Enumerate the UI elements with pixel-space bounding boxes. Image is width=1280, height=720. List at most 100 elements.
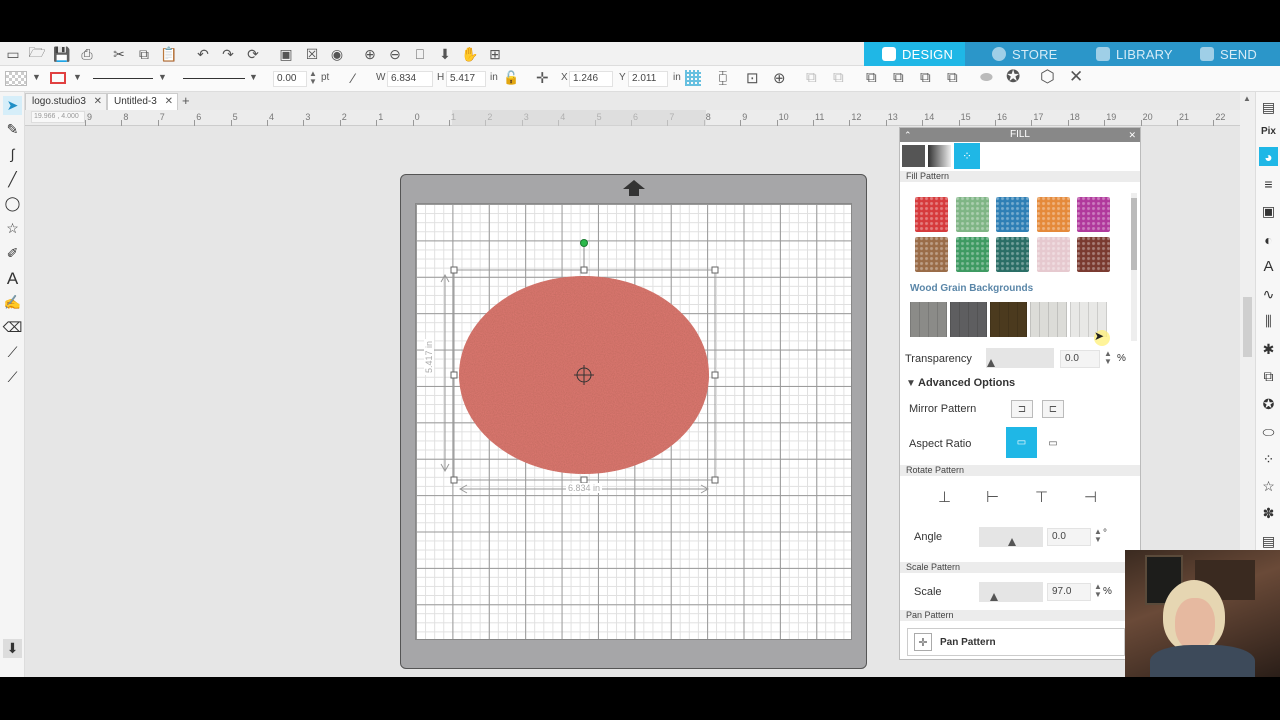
move-down-icon[interactable]: ⬇	[436, 45, 454, 63]
distribute-v-icon[interactable]: ⧉	[833, 69, 844, 86]
save-icon[interactable]: 💾	[53, 45, 71, 63]
swatch-white-wood[interactable]	[1030, 302, 1067, 337]
center-page-icon[interactable]: ⊕	[773, 69, 786, 87]
scale-slider[interactable]	[979, 582, 1043, 602]
slider-thumb-icon[interactable]	[990, 593, 998, 601]
align-icon[interactable]: ⧮	[718, 69, 728, 86]
open-folder-icon[interactable]: 🗁	[28, 44, 46, 63]
selection-overlay[interactable]	[430, 230, 730, 500]
line-width-input[interactable]: 0.00	[273, 71, 307, 87]
aspect-free-button[interactable]: ▭	[1042, 434, 1064, 452]
pan-pattern-button[interactable]: ✛ Pan Pattern	[907, 628, 1125, 656]
send-back-icon[interactable]: ⧉	[893, 69, 904, 86]
swatch-orange-glitter[interactable]	[1036, 197, 1070, 232]
group-icon[interactable]: ▣	[277, 45, 295, 63]
page-setup-icon[interactable]: ▤	[1259, 98, 1278, 117]
ungroup-icon[interactable]: ☒	[303, 45, 321, 63]
line-style-icon[interactable]: ≡	[1259, 174, 1278, 193]
swatch-dark-wood[interactable]	[990, 302, 1027, 337]
scroll-thumb[interactable]	[1243, 297, 1252, 357]
zoom-in-icon[interactable]: ⊕	[361, 45, 379, 63]
bring-front-icon[interactable]: ⧉	[866, 69, 877, 86]
draw-tool-icon[interactable]: ✍	[3, 293, 22, 312]
fill-swatch[interactable]	[5, 71, 27, 86]
slider-thumb-icon[interactable]	[1008, 538, 1016, 546]
3d-box-icon[interactable]: ⬡	[1040, 67, 1055, 87]
close-icon[interactable]: ✕	[94, 96, 102, 107]
text-style-icon[interactable]: A	[1259, 257, 1278, 276]
compound-icon[interactable]: ◉	[328, 45, 346, 63]
transparency-input[interactable]: 0.0	[1060, 350, 1100, 368]
swatch-pink-glitter[interactable]	[1036, 237, 1070, 272]
tab-library[interactable]: LIBRARY	[1086, 42, 1182, 66]
knife-icon[interactable]: ⟋	[3, 343, 22, 362]
mirror-horizontal-button[interactable]: ⊐	[1011, 400, 1033, 418]
star-tool-icon[interactable]: ☆	[3, 219, 22, 238]
download-icon[interactable]: ⬇	[3, 639, 22, 658]
modify-icon[interactable]: ⧉	[1259, 367, 1278, 386]
eyedropper-icon[interactable]: ⟋	[3, 368, 22, 387]
send-backward-icon[interactable]: ⧉	[947, 69, 958, 86]
close-icon[interactable]: ✕	[1128, 128, 1136, 142]
pencil-tool-icon[interactable]: ✐	[3, 244, 22, 263]
library-panel-icon[interactable]: ▤	[1259, 532, 1278, 551]
lock-icon[interactable]: 🔓	[503, 70, 519, 86]
tab-send[interactable]: SEND	[1190, 42, 1280, 66]
sketch-icon[interactable]: ▣	[1259, 202, 1278, 221]
pattern-fill-tab[interactable]: ⁘	[954, 143, 980, 169]
stepper-icon[interactable]: ▲ ▼	[1094, 583, 1102, 599]
swatch-gray-wood[interactable]	[910, 302, 947, 337]
pan-hand-icon[interactable]: ✋	[461, 45, 479, 63]
bring-forward-icon[interactable]: ⧉	[920, 69, 931, 86]
fill-palette-icon[interactable]: ◕	[1259, 147, 1278, 166]
tab-design[interactable]: DESIGN	[864, 42, 965, 66]
transparency-slider[interactable]	[986, 348, 1054, 368]
scroll-up-icon[interactable]: ▲	[1243, 94, 1251, 103]
tab-store[interactable]: STORE	[976, 42, 1076, 66]
reference-point-icon[interactable]	[685, 70, 701, 86]
redo-icon[interactable]: ↷	[219, 45, 237, 63]
width-input[interactable]: 6.834	[387, 71, 433, 87]
select-arrow-icon[interactable]: ➤	[3, 96, 22, 115]
chevron-down-icon[interactable]: ▼	[32, 72, 41, 82]
close-icon[interactable]: ✕	[1069, 67, 1083, 87]
angle-input[interactable]: 0.0	[1047, 528, 1091, 546]
rotate-180-icon[interactable]: ⊤	[1035, 488, 1048, 506]
copy-icon[interactable]: ⧉	[135, 45, 153, 63]
weld-icon[interactable]: ⬬	[980, 69, 993, 86]
ellipse-tool-icon[interactable]: ◯	[3, 194, 22, 213]
rotate-90-icon[interactable]: ⊢	[986, 488, 999, 506]
stepper-icon[interactable]: ▲ ▼	[309, 70, 317, 86]
aspect-lock-button[interactable]: ▭	[1006, 427, 1037, 458]
puzzle-icon[interactable]: ✽	[1259, 504, 1278, 523]
zoom-out-icon[interactable]: ⊖	[386, 45, 404, 63]
cut-icon[interactable]: ✂	[110, 45, 128, 63]
stepper-icon[interactable]: ▲ ▼	[1094, 528, 1102, 544]
advanced-options-toggle[interactable]: Advanced Options	[918, 377, 1015, 389]
doc-tab-logo[interactable]: logo.studio3 ✕	[25, 93, 107, 110]
chevron-down-icon[interactable]: ▼	[249, 72, 258, 82]
solid-fill-tab[interactable]	[902, 145, 925, 167]
align-panel-icon[interactable]: ⫼	[1259, 312, 1278, 331]
collapse-icon[interactable]: ⌃	[904, 128, 912, 142]
star-effect-icon[interactable]: ✪	[1006, 67, 1020, 87]
x-input[interactable]: 1.246	[569, 71, 613, 87]
refresh-icon[interactable]: ⟳	[244, 45, 262, 63]
zoom-select-icon[interactable]: ⎕	[411, 45, 429, 63]
print-icon[interactable]: ⎙	[78, 45, 96, 63]
curve-icon[interactable]: ∿	[1259, 285, 1278, 304]
height-input[interactable]: 5.417	[446, 71, 486, 87]
eraser-icon[interactable]: ⌫	[3, 318, 23, 337]
mirror-vertical-button[interactable]: ⊏	[1042, 400, 1064, 418]
swatch-scroll-thumb[interactable]	[1131, 198, 1137, 270]
offset-icon[interactable]: ✪	[1259, 395, 1278, 414]
replicate-icon[interactable]: ✱	[1259, 340, 1278, 359]
scale-input[interactable]: 97.0	[1047, 583, 1091, 601]
line-style-preview[interactable]	[93, 78, 153, 79]
rhinestone-icon[interactable]: ⁘	[1259, 450, 1278, 469]
paste-icon[interactable]: 📋	[160, 45, 178, 63]
doc-tab-untitled[interactable]: Untitled-3 ✕	[107, 93, 178, 110]
new-file-icon[interactable]: ▭	[4, 45, 22, 63]
fit-page-icon[interactable]: ⊞	[486, 45, 504, 63]
swatch-brown-glitter[interactable]	[915, 237, 948, 272]
